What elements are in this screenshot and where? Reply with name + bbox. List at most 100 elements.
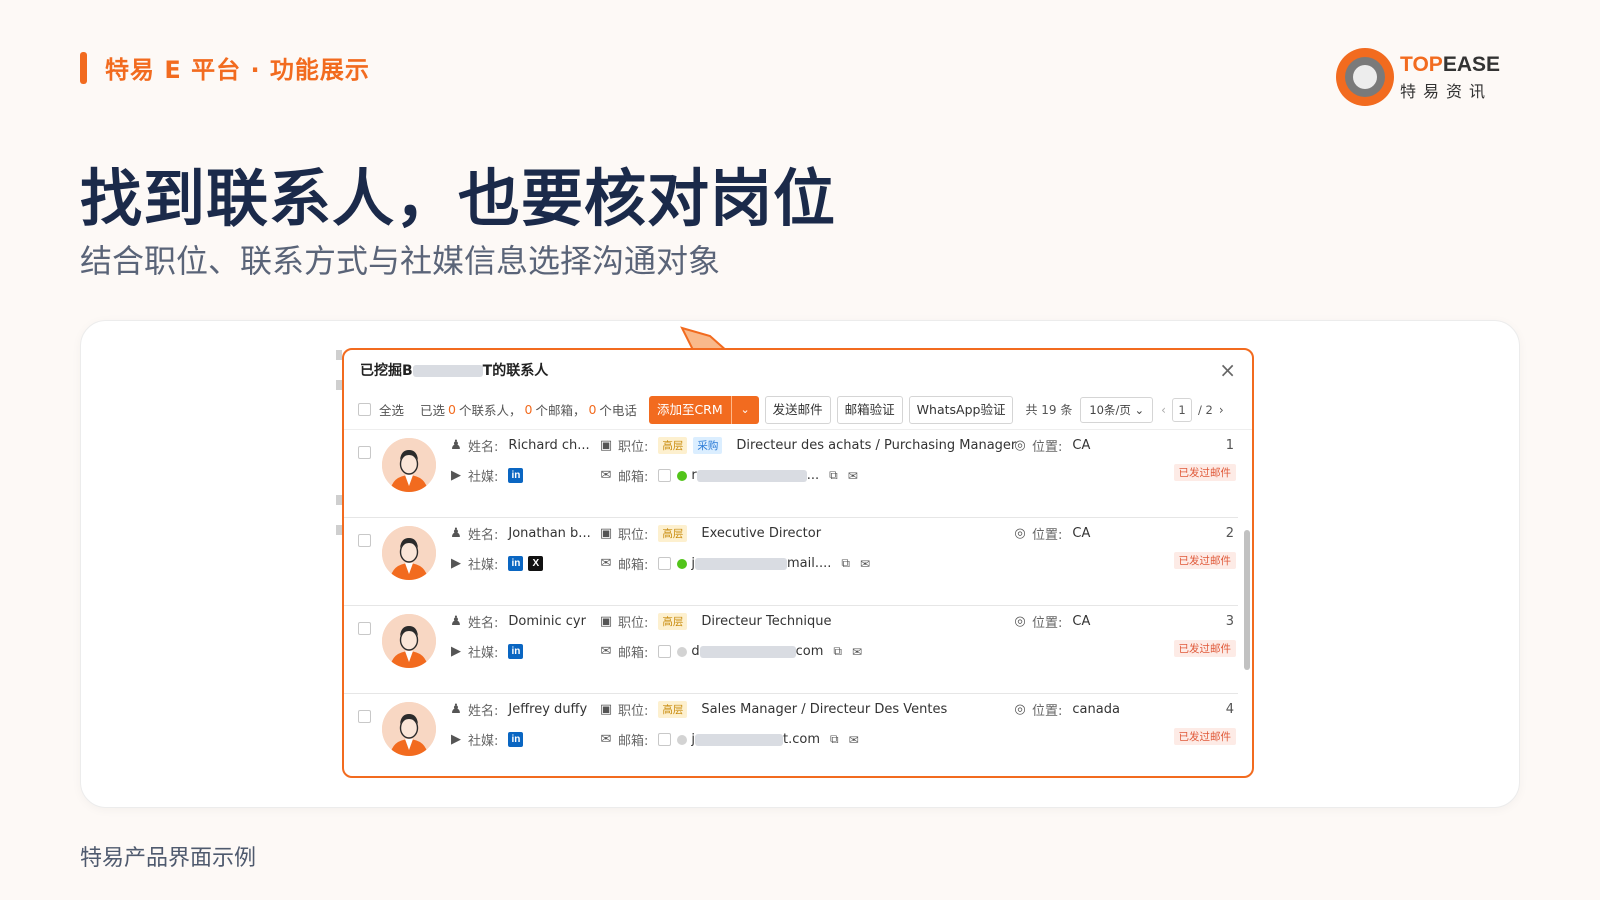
- send-mail-icon[interactable]: ✉: [860, 557, 870, 571]
- topease-logo: TOPEASE 特易资讯: [1336, 48, 1500, 106]
- avatar: [382, 526, 436, 580]
- mail-icon: ✉: [600, 644, 612, 659]
- x-twitter-icon[interactable]: X: [528, 556, 544, 571]
- redacted-email: [695, 733, 784, 746]
- email-status-dot: [677, 558, 688, 569]
- job-title: Directeur des achats / Purchasing Manage…: [736, 438, 1017, 453]
- contact-name[interactable]: Jonathan b...: [508, 526, 590, 541]
- send-mail-icon[interactable]: ✉: [852, 645, 862, 659]
- current-page-input[interactable]: 1: [1171, 397, 1192, 422]
- chevron-down-icon[interactable]: ⌄: [730, 395, 759, 424]
- contact-name[interactable]: Jeffrey duffy: [508, 702, 587, 717]
- social-field: ▶ 社媒: in: [448, 642, 528, 661]
- verify-whatsapp-button[interactable]: WhatsApp验证: [908, 395, 1014, 424]
- verify-email-button[interactable]: 邮箱验证: [836, 395, 903, 424]
- name-field: ♟ 姓名: Jeffrey duffy: [448, 700, 587, 719]
- social-field: ▶ 社媒: in: [448, 466, 528, 485]
- contacts-modal: 已挖掘B T的联系人 × 全选 已选 0 个联系人， 0 个邮箱， 0 个电话 添…: [342, 348, 1254, 778]
- email-end: com: [795, 644, 824, 659]
- email-checkbox[interactable]: [658, 557, 672, 570]
- sent-badge: 已发过邮件: [1173, 552, 1236, 569]
- location-field: ◎ 位置: CA: [1012, 612, 1090, 631]
- position-tag: 采购: [693, 437, 723, 454]
- email-start: d: [691, 644, 700, 659]
- email-status-dot: [677, 734, 688, 745]
- linkedin-icon[interactable]: in: [508, 468, 524, 483]
- email-checkbox[interactable]: [658, 645, 672, 658]
- position-field: ▣ 职位: 高层 Executive Director: [599, 525, 822, 543]
- copy-icon[interactable]: ⧉: [830, 732, 839, 747]
- location-field: ◎ 位置: CA: [1012, 436, 1090, 455]
- social-field: ▶ 社媒: in: [448, 730, 528, 749]
- email-field: ✉ 邮箱: j t.com ⧉ ✉: [598, 730, 859, 749]
- contact-row: ♟ 姓名: Jeffrey duffy ▣ 职位: 高层 Sales Manag…: [344, 694, 1238, 776]
- redacted-company: [412, 365, 483, 377]
- prev-page-icon[interactable]: ‹: [1161, 403, 1166, 417]
- email-status-dot: [677, 470, 688, 481]
- close-icon[interactable]: ×: [1219, 360, 1236, 380]
- send-mail-icon[interactable]: ✉: [848, 469, 858, 483]
- location-value: canada: [1072, 702, 1120, 717]
- logo-ring-icon: [1336, 48, 1395, 106]
- email-field: ✉ 邮箱: r ... ⧉ ✉: [598, 466, 858, 485]
- copy-icon[interactable]: ⧉: [829, 468, 838, 483]
- job-title: Sales Manager / Directeur Des Ventes: [701, 702, 948, 717]
- row-checkbox[interactable]: [358, 622, 371, 635]
- email-status-dot: [677, 646, 688, 657]
- person-avatar-icon: [382, 438, 436, 492]
- location-value: CA: [1072, 526, 1091, 541]
- position-field: ▣ 职位: 高层 Directeur Technique: [599, 613, 832, 631]
- modal-toolbar: 全选 已选 0 个联系人， 0 个邮箱， 0 个电话 添加至CRM ⌄ 发送邮件…: [344, 390, 1252, 430]
- row-checkbox[interactable]: [358, 534, 371, 547]
- scrollbar-thumb[interactable]: [1244, 530, 1250, 670]
- next-page-icon[interactable]: ›: [1219, 403, 1224, 417]
- copy-icon[interactable]: ⧉: [841, 556, 850, 571]
- avatar: [382, 614, 436, 668]
- accent-bar: [80, 51, 87, 84]
- scrollbar[interactable]: [1244, 520, 1250, 776]
- logo-chinese: 特易资讯: [1400, 81, 1493, 101]
- email-checkbox[interactable]: [658, 733, 672, 746]
- send-email-button[interactable]: 发送邮件: [764, 395, 831, 424]
- job-title: Directeur Technique: [701, 614, 832, 629]
- select-all-label[interactable]: 全选: [379, 400, 404, 419]
- contact-row: ♟ 姓名: Jonathan b... ▣ 职位: 高层 Executive D…: [344, 518, 1238, 606]
- location-pin-icon: ◎: [1014, 702, 1026, 717]
- email-start: r: [691, 468, 697, 483]
- video-icon: ▶: [451, 644, 461, 659]
- brand-text: 特易 E 平台 · 功能展示: [105, 56, 370, 84]
- page-size-select[interactable]: 10条/页 ⌄: [1080, 396, 1154, 423]
- send-mail-icon[interactable]: ✉: [849, 733, 859, 747]
- linkedin-icon[interactable]: in: [508, 732, 524, 747]
- sent-badge: 已发过邮件: [1173, 464, 1236, 481]
- position-field: ▣ 职位: 高层 采购 Directeur des achats / Purcha…: [599, 437, 1017, 455]
- add-crm-button[interactable]: 添加至CRM ⌄: [648, 395, 759, 424]
- user-icon: ♟: [450, 526, 462, 541]
- email-field: ✉ 邮箱: d com ⧉ ✉: [598, 642, 863, 661]
- video-icon: ▶: [451, 556, 461, 571]
- row-checkbox[interactable]: [358, 710, 371, 723]
- redacted-email: [699, 645, 796, 658]
- location-field: ◎ 位置: canada: [1012, 700, 1120, 719]
- redacted-email: [695, 557, 788, 570]
- modal-title: 已挖掘B T的联系人: [360, 363, 549, 379]
- video-icon: ▶: [451, 732, 461, 747]
- mail-icon: ✉: [600, 556, 612, 571]
- position-tag: 高层: [658, 701, 688, 718]
- name-field: ♟ 姓名: Richard ch...: [448, 436, 590, 455]
- contact-name[interactable]: Richard ch...: [508, 438, 589, 453]
- user-icon: ♟: [450, 438, 462, 453]
- linkedin-icon[interactable]: in: [508, 644, 524, 659]
- contact-row: ♟ 姓名: Dominic cyr ▣ 职位: 高层 Directeur Tec…: [344, 606, 1238, 694]
- row-index: 2: [1225, 526, 1234, 541]
- contact-name[interactable]: Dominic cyr: [508, 614, 586, 629]
- row-checkbox[interactable]: [358, 446, 371, 459]
- copy-icon[interactable]: ⧉: [833, 644, 842, 659]
- job-title: Executive Director: [701, 526, 822, 541]
- email-checkbox[interactable]: [658, 469, 672, 482]
- linkedin-icon[interactable]: in: [508, 556, 524, 571]
- location-pin-icon: ◎: [1014, 438, 1026, 453]
- image-caption: 特易产品界面示例: [80, 846, 257, 871]
- redacted-email: [696, 469, 807, 482]
- select-all-checkbox[interactable]: [358, 403, 371, 416]
